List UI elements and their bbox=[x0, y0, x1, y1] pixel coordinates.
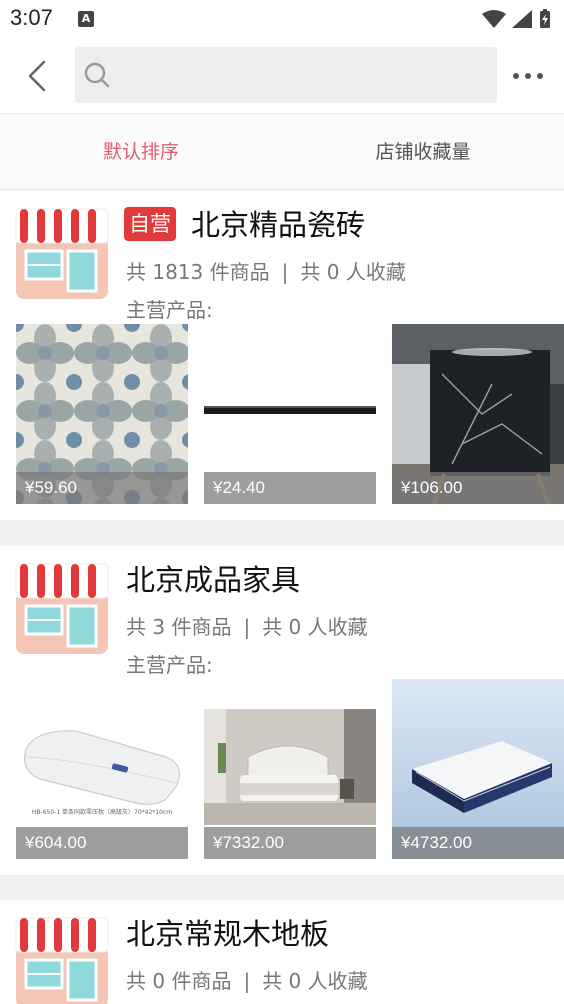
store-name: 北京精品瓷砖 bbox=[191, 208, 366, 242]
sort-bar: 默认排序 店铺收藏量 bbox=[0, 114, 564, 190]
store-stats: 共 3 件商品 | 共 0 人收藏 bbox=[126, 612, 368, 642]
chevron-left-icon bbox=[28, 60, 46, 92]
product-price: ¥24.40 bbox=[204, 472, 376, 504]
divider: | bbox=[243, 615, 251, 639]
main-products-label: 主营产品: bbox=[126, 653, 213, 677]
goods-count: 共 1813 件商品 bbox=[126, 260, 270, 284]
product-tile[interactable]: ¥106.00 bbox=[392, 324, 564, 504]
divider: | bbox=[281, 260, 289, 284]
screen: 3:07 A 默认排序 店铺收藏量 自营 北京精品瓷砖 共 1813 件商品 |… bbox=[0, 0, 564, 1004]
main-products-label: 主营产品: bbox=[126, 298, 213, 322]
store-awning-icon bbox=[15, 563, 109, 654]
store-name: 北京成品家具 bbox=[126, 563, 301, 597]
store-stats: 共 1813 件商品 | 共 0 人收藏 bbox=[126, 257, 406, 287]
product-tile[interactable]: HB-650-1 单条同款零压枕（高级灰）70*42*10cm ¥604.00 bbox=[16, 679, 188, 859]
more-button[interactable] bbox=[508, 62, 548, 90]
wifi-icon bbox=[482, 10, 506, 28]
goods-count: 共 0 件商品 bbox=[126, 969, 232, 993]
search-bar[interactable] bbox=[75, 47, 497, 103]
product-tile[interactable]: ¥59.60 bbox=[16, 324, 188, 504]
product-price: ¥7332.00 bbox=[204, 827, 376, 859]
store-card[interactable]: 北京成品家具 共 3 件商品 | 共 0 人收藏 主营产品: HB-650-1 单条… bbox=[0, 546, 564, 875]
favorites-count: 共 0 人收藏 bbox=[262, 615, 368, 639]
status-bar: 3:07 A bbox=[0, 0, 564, 38]
status-time: 3:07 bbox=[10, 5, 53, 30]
product-tile[interactable]: ¥4732.00 bbox=[392, 679, 564, 859]
store-name: 北京常规木地板 bbox=[126, 917, 330, 951]
search-input[interactable] bbox=[119, 57, 479, 93]
store-stats: 共 0 件商品 | 共 0 人收藏 bbox=[126, 966, 368, 996]
sort-tab-default[interactable]: 默认排序 bbox=[0, 114, 282, 190]
back-button[interactable] bbox=[20, 56, 56, 96]
self-operated-badge: 自营 bbox=[124, 207, 176, 241]
product-price: ¥106.00 bbox=[392, 472, 564, 504]
product-tile[interactable]: ¥24.40 bbox=[204, 324, 376, 504]
notification-icon: A bbox=[78, 11, 94, 27]
sort-tab-favorites[interactable]: 店铺收藏量 bbox=[282, 114, 564, 190]
goods-count: 共 3 件商品 bbox=[126, 615, 232, 639]
store-awning-icon bbox=[15, 917, 109, 1004]
favorites-count: 共 0 人收藏 bbox=[300, 260, 406, 284]
more-dots-icon bbox=[513, 73, 543, 79]
signal-icon bbox=[512, 10, 532, 28]
product-caption: HB-650-1 单条同款零压枕（高级灰）70*42*10cm bbox=[31, 809, 173, 816]
store-card[interactable]: 自营 北京精品瓷砖 共 1813 件商品 | 共 0 人收藏 主营产品: ¥59… bbox=[0, 191, 564, 520]
store-card[interactable]: 北京常规木地板 共 0 件商品 | 共 0 人收藏 bbox=[0, 900, 564, 1004]
store-awning-icon bbox=[15, 208, 109, 299]
product-price: ¥604.00 bbox=[16, 827, 188, 859]
search-icon bbox=[84, 62, 110, 88]
status-indicators-icon bbox=[482, 9, 550, 28]
product-price: ¥59.60 bbox=[16, 472, 188, 504]
divider: | bbox=[243, 969, 251, 993]
top-nav-bar bbox=[0, 38, 564, 114]
product-price: ¥4732.00 bbox=[392, 827, 564, 859]
favorites-count: 共 0 人收藏 bbox=[262, 969, 368, 993]
product-tile[interactable]: ¥7332.00 bbox=[204, 679, 376, 859]
